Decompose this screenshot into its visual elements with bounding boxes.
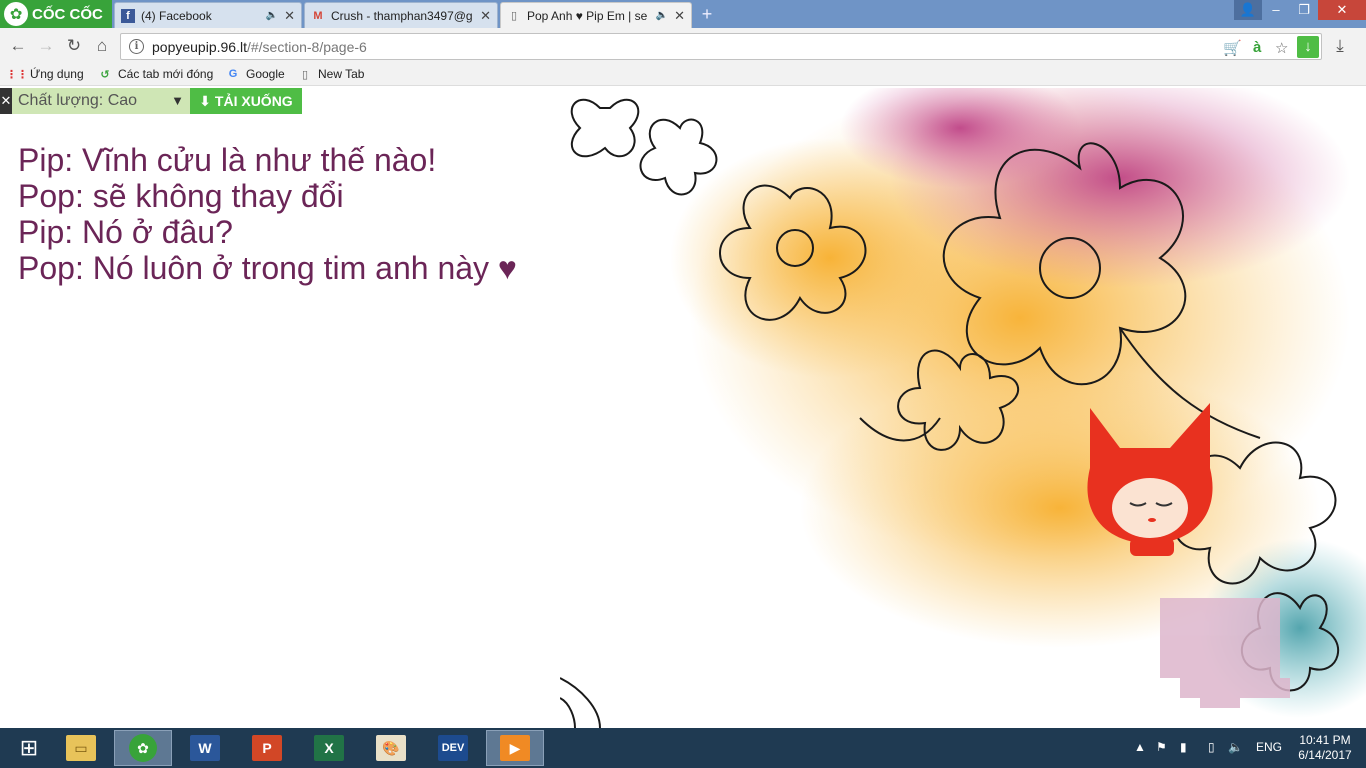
page-icon: ▯ bbox=[301, 68, 309, 81]
speaker-icon[interactable]: 🔈 bbox=[266, 10, 278, 21]
gmail-icon: M bbox=[313, 9, 323, 22]
bookmark-apps[interactable]: ⋮⋮ Ứng dụng bbox=[6, 67, 84, 81]
savefrom-download-icon[interactable]: ↓ bbox=[1297, 36, 1319, 58]
quality-toolbar: ✕ Chất lượng: Cao ▼ ⬇ TẢI XUỐNG bbox=[0, 88, 302, 114]
close-window-button[interactable]: ✕ bbox=[1318, 0, 1366, 20]
tray-overflow-icon[interactable]: ▲ bbox=[1134, 740, 1146, 754]
tab-close-icon[interactable]: ✕ bbox=[480, 8, 491, 24]
taskbar-excel[interactable]: X bbox=[300, 730, 358, 766]
word-icon: W bbox=[190, 735, 220, 761]
tab-title: Crush - thamphan3497@g bbox=[331, 8, 473, 23]
bookmark-label: Ứng dụng bbox=[30, 67, 84, 81]
flower-artwork bbox=[560, 88, 1366, 728]
bookmark-recent-tabs[interactable]: ↺ Các tab mới đóng bbox=[98, 67, 213, 81]
shopping-cart-icon[interactable]: 🛒 bbox=[1223, 39, 1242, 57]
url-host: popyeupip.96.lt bbox=[152, 38, 247, 55]
taskbar-media-player[interactable]: ▶ bbox=[486, 730, 544, 766]
tab-facebook[interactable]: f (4) Facebook 🔈 ✕ bbox=[114, 2, 302, 28]
download-button[interactable]: ⬇ TẢI XUỐNG bbox=[190, 88, 302, 114]
recent-tabs-icon: ↺ bbox=[100, 68, 110, 81]
bookmarks-bar: ⋮⋮ Ứng dụng ↺ Các tab mới đóng G Google … bbox=[0, 64, 1366, 86]
quality-label: Chất lượng: Cao bbox=[18, 92, 138, 109]
download-label: TẢI XUỐNG bbox=[214, 93, 293, 109]
volume-icon[interactable]: 🔈 bbox=[1228, 740, 1243, 754]
windows-taskbar: ⊞ ▭ ✿ W P X 🎨 DEV ▶ ▲ ⚑ ▮ ▯ 🔈 ENG 10:41 … bbox=[0, 728, 1366, 768]
new-tab-button[interactable]: + bbox=[696, 5, 718, 23]
coccoc-icon: ✿ bbox=[129, 734, 157, 762]
dialogue-line-with-heart: Pop: Nó luôn ở trong tim anh này ♥ bbox=[18, 250, 517, 286]
google-icon: G bbox=[228, 68, 238, 80]
windows-logo-icon: ⊞ bbox=[19, 735, 39, 760]
tab-popanh-pipem[interactable]: ▯ Pop Anh ♥ Pip Em | se 🔈 ✕ bbox=[500, 2, 692, 28]
bookmark-label: Các tab mới đóng bbox=[118, 67, 214, 81]
facebook-icon: f bbox=[121, 8, 135, 23]
powerpoint-icon: P bbox=[252, 735, 282, 761]
clock-date: 6/14/2017 bbox=[1298, 748, 1352, 762]
excel-icon: X bbox=[314, 735, 344, 761]
speaker-icon[interactable]: 🔈 bbox=[656, 10, 668, 21]
close-icon[interactable]: ✕ bbox=[0, 88, 12, 114]
taskbar-word[interactable]: W bbox=[176, 730, 234, 766]
apps-grid-icon: ⋮⋮ bbox=[6, 68, 28, 81]
dev-cpp-icon: DEV bbox=[438, 735, 468, 761]
forward-arrow-icon[interactable]: → bbox=[34, 34, 58, 58]
page-icon: ▯ bbox=[510, 10, 518, 22]
taskbar-file-explorer[interactable]: ▭ bbox=[52, 730, 110, 766]
home-icon[interactable]: ⌂ bbox=[90, 34, 114, 58]
taskbar-coccoc[interactable]: ✿ bbox=[114, 730, 172, 766]
bookmark-label: Google bbox=[246, 67, 285, 81]
reload-icon[interactable]: ↻ bbox=[62, 34, 86, 58]
vietnamese-input-icon[interactable]: à bbox=[1253, 39, 1261, 56]
tab-gmail[interactable]: M Crush - thamphan3497@g ✕ bbox=[304, 2, 498, 28]
dialogue-text: Pip: Vĩnh cửu là như thế nào! Pop: sẽ kh… bbox=[18, 142, 517, 286]
tab-strip: ✿ CỐC CỐC f (4) Facebook 🔈 ✕ M Crush - t… bbox=[0, 0, 1366, 28]
web-page: ✕ Chất lượng: Cao ▼ ⬇ TẢI XUỐNG Pip: Vĩn… bbox=[0, 88, 1366, 728]
system-clock[interactable]: 10:41 PM 6/14/2017 bbox=[1290, 733, 1360, 763]
taskbar-devcpp[interactable]: DEV bbox=[424, 730, 482, 766]
coccoc-logo[interactable]: ✿ CỐC CỐC bbox=[0, 0, 112, 28]
tab-close-icon[interactable]: ✕ bbox=[284, 8, 295, 24]
coccoc-logo-icon: ✿ bbox=[4, 2, 28, 26]
heart-icon: ♥ bbox=[497, 250, 517, 286]
download-arrow-icon: ⬇ bbox=[199, 93, 212, 109]
network-signal-icon[interactable]: ▮ bbox=[1180, 740, 1187, 754]
info-icon[interactable]: i bbox=[129, 39, 144, 54]
chevron-down-icon: ▼ bbox=[171, 93, 184, 108]
play-icon: ▶ bbox=[500, 735, 530, 761]
bookmark-star-icon[interactable]: ☆ bbox=[1275, 39, 1288, 57]
tab-close-icon[interactable]: ✕ bbox=[674, 8, 685, 24]
dialogue-line: Pip: Nó ở đâu? bbox=[18, 214, 233, 250]
tab-title: Pop Anh ♥ Pip Em | se bbox=[527, 8, 648, 23]
bookmark-new-tab[interactable]: ▯ New Tab bbox=[298, 67, 365, 81]
minimize-button[interactable]: – bbox=[1262, 0, 1290, 20]
bookmark-label: New Tab bbox=[318, 67, 365, 81]
clock-time: 10:41 PM bbox=[1299, 733, 1351, 747]
user-icon[interactable]: 👤 bbox=[1234, 0, 1262, 20]
url-path: /#/section-8/page-6 bbox=[246, 38, 367, 55]
quality-select[interactable]: Chất lượng: Cao ▼ bbox=[12, 88, 190, 114]
back-arrow-icon[interactable]: ← bbox=[6, 34, 30, 58]
paint-palette-icon: 🎨 bbox=[376, 735, 406, 761]
input-language[interactable]: ENG bbox=[1256, 740, 1282, 754]
dialogue-line: Pip: Vĩnh cửu là như thế nào! bbox=[18, 142, 437, 178]
pixel-heart bbox=[1160, 598, 1290, 708]
folder-icon: ▭ bbox=[66, 735, 96, 761]
battery-icon[interactable]: ▯ bbox=[1208, 740, 1215, 754]
bookmark-google[interactable]: G Google bbox=[226, 67, 285, 81]
brand-name: CỐC CỐC bbox=[32, 5, 103, 23]
tab-title: (4) Facebook bbox=[141, 8, 212, 23]
taskbar-paint[interactable]: 🎨 bbox=[362, 730, 420, 766]
dialogue-line: Pop: Nó luôn ở trong tim anh này bbox=[18, 250, 490, 286]
action-center-flag-icon[interactable]: ⚑ bbox=[1156, 740, 1167, 754]
maximize-button[interactable]: ❐ bbox=[1290, 0, 1318, 20]
downloads-icon[interactable]: ⤓ bbox=[1328, 34, 1352, 58]
start-button[interactable]: ⊞ bbox=[0, 730, 58, 766]
taskbar-powerpoint[interactable]: P bbox=[238, 730, 296, 766]
dialogue-line: Pop: sẽ không thay đổi bbox=[18, 178, 344, 214]
address-bar[interactable]: i popyeupip.96.lt/#/section-8/page-6 🛒 à… bbox=[120, 33, 1322, 60]
